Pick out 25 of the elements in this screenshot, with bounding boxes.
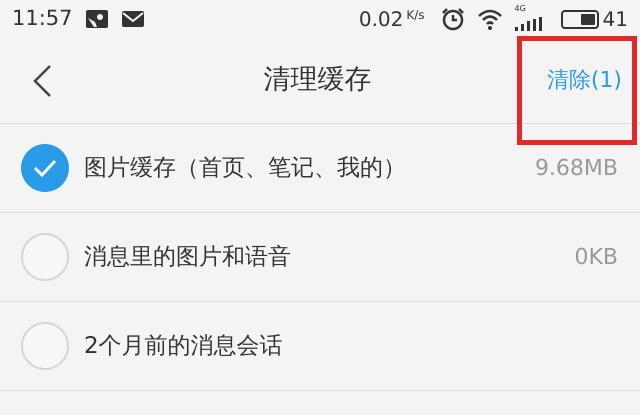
check-icon <box>33 159 57 177</box>
cache-option-row[interactable]: 图片缓存（首页、笔记、我的） 9.68MB <box>0 124 640 213</box>
network-speed: 0.02 <box>358 6 404 33</box>
picture-notification-icon <box>84 9 109 29</box>
cache-option-row[interactable]: 2个月前的消息会话 <box>0 302 640 391</box>
signal-icon <box>514 17 545 31</box>
checkbox[interactable] <box>21 144 69 192</box>
cache-option-row[interactable]: 消息里的图片和语音 0KB <box>0 213 640 302</box>
alarm-icon <box>440 7 465 31</box>
checkbox[interactable] <box>21 233 69 281</box>
battery-icon <box>560 10 599 28</box>
speed-unit: K/s <box>406 7 425 24</box>
wifi-icon <box>476 8 503 30</box>
mail-icon <box>120 9 145 29</box>
option-label: 消息里的图片和语音 <box>84 242 292 272</box>
network-type: 4G <box>514 5 526 13</box>
cache-size: 9.68MB <box>534 154 618 182</box>
cache-size: 0KB <box>574 244 618 272</box>
page-title: 清理缓存 <box>263 63 372 98</box>
option-label: 2个月前的消息会话 <box>84 332 284 361</box>
back-icon <box>32 64 52 98</box>
status-time: 11:57 <box>12 5 73 32</box>
option-label: 图片缓存（首页、笔记、我的） <box>84 154 407 183</box>
checkbox[interactable] <box>21 322 69 370</box>
battery-percent: 41 <box>602 6 628 33</box>
